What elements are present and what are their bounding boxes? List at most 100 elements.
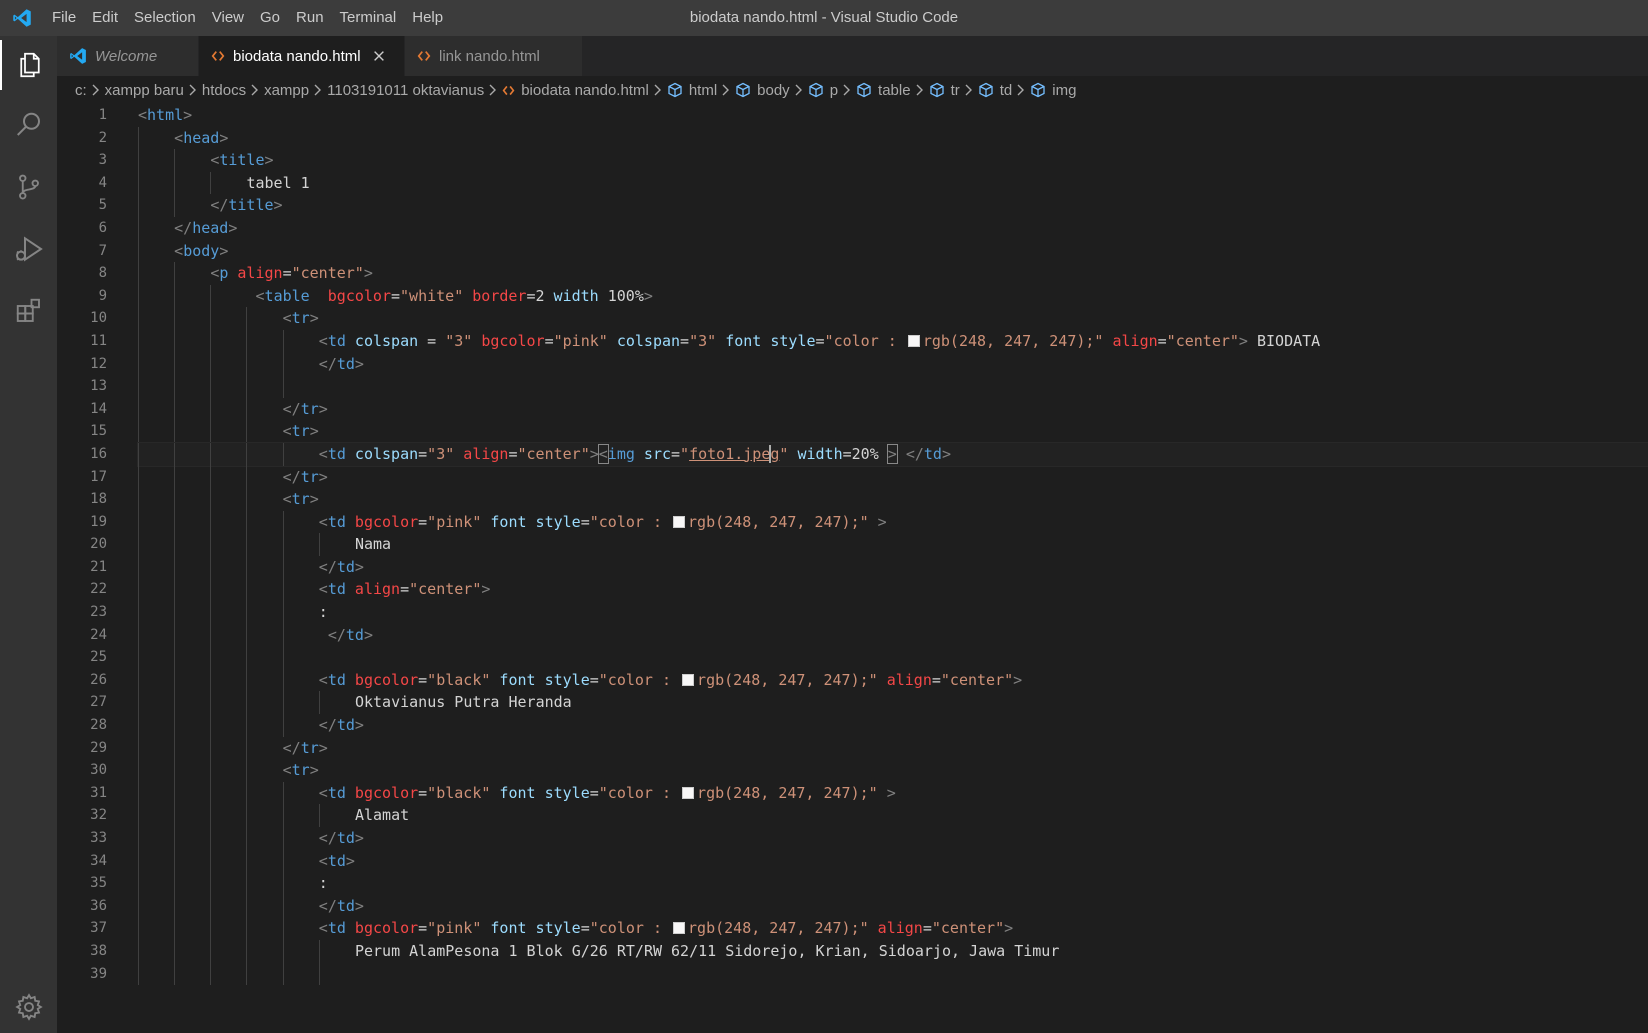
code-area[interactable]: <html> <head> <title> tabel 1 </title> </head…: [137, 104, 1648, 986]
indent-guide: [138, 714, 139, 737]
code-line[interactable]: <td bgcolor="pink" font style="color : r…: [138, 510, 1648, 534]
code-line[interactable]: [138, 375, 1648, 398]
indent-guide: [246, 759, 248, 782]
breadcrumb-item[interactable]: html: [649, 82, 717, 99]
indent-guide: [282, 827, 284, 850]
line-number: 22: [90, 581, 107, 598]
code-line[interactable]: <tr>: [138, 307, 1648, 330]
close-icon[interactable]: [371, 48, 387, 64]
line-number: 9: [98, 287, 107, 304]
code-line[interactable]: </td>: [138, 827, 1648, 850]
code-line[interactable]: </td>: [138, 714, 1648, 737]
code-token: =: [282, 264, 292, 283]
breadcrumb-item[interactable]: xampp: [246, 82, 309, 99]
code-line[interactable]: <td bgcolor="black" font style="color : …: [138, 781, 1648, 805]
code-line[interactable]: <td colspan = "3" bgcolor="pink" colspan…: [138, 329, 1648, 353]
breadcrumb-item[interactable]: 1103191011 oktavianus: [309, 82, 484, 99]
breadcrumb-item[interactable]: table: [838, 82, 911, 99]
menu-view[interactable]: View: [204, 0, 252, 36]
search-icon[interactable]: [0, 100, 57, 150]
breadcrumb-item[interactable]: c:: [75, 82, 87, 99]
menu-terminal[interactable]: Terminal: [332, 0, 405, 36]
code-line[interactable]: </title>: [138, 194, 1648, 217]
code-content: </td>: [319, 827, 364, 850]
code-token: tr: [291, 761, 310, 780]
code-line[interactable]: <table bgcolor="white" border=2 width 10…: [138, 284, 1648, 308]
code-line[interactable]: </td>: [138, 623, 1648, 647]
run-debug-icon[interactable]: [0, 224, 57, 274]
color-swatch[interactable]: [682, 786, 695, 799]
code-line[interactable]: <td bgcolor="pink" font style="color : r…: [138, 917, 1648, 940]
code-line[interactable]: </td>: [138, 894, 1648, 918]
indent-guide: [210, 646, 212, 669]
code-editor[interactable]: 1 2 3 4 5 6 7 8 9 10 11 12 13 14 15 16 17 18 19 20 21 22 23 24 2…: [57, 104, 1648, 1033]
tab-welcome[interactable]: Welcome: [57, 36, 199, 76]
breadcrumb-item[interactable]: body: [717, 82, 790, 99]
code-line[interactable]: :: [138, 872, 1648, 895]
code-line[interactable]: Oktavianus Putra Heranda: [138, 691, 1648, 715]
code-line[interactable]: <html>: [138, 104, 1648, 127]
code-line[interactable]: <td colspan="3" align="center"><img src=…: [137, 441, 1648, 467]
indent-guide: [246, 329, 248, 353]
line-number: 39: [90, 965, 107, 982]
menu-help[interactable]: Help: [404, 0, 451, 36]
breadcrumb-item[interactable]: p: [790, 82, 838, 99]
settings-gear-icon[interactable]: [0, 982, 57, 1032]
code-line[interactable]: <td align="center">: [138, 578, 1648, 602]
menu-run[interactable]: Run: [288, 0, 332, 36]
code-line[interactable]: </tr>: [138, 465, 1648, 489]
code-token: table: [264, 286, 310, 305]
code-line[interactable]: [138, 646, 1648, 669]
breadcrumb-item[interactable]: biodata nando.html: [484, 82, 649, 99]
menu-edit[interactable]: Edit: [84, 0, 126, 36]
indent-guide: [246, 646, 248, 669]
explorer-icon[interactable]: [0, 40, 57, 90]
tab-biodata-nando[interactable]: biodata nando.html: [199, 36, 405, 76]
extensions-icon[interactable]: [0, 286, 57, 336]
code-token: <: [318, 919, 328, 938]
code-line[interactable]: <head>: [138, 126, 1648, 150]
breadcrumb-item[interactable]: img: [1012, 82, 1076, 99]
indent-guide: [138, 962, 139, 986]
color-swatch[interactable]: [673, 515, 686, 528]
menu-go[interactable]: Go: [252, 0, 288, 36]
code-line[interactable]: <tr>: [138, 420, 1648, 443]
code-token: td: [327, 331, 346, 350]
code-line[interactable]: tabel 1: [138, 171, 1648, 195]
html-file-icon: [417, 49, 431, 63]
code-line[interactable]: <td>: [138, 849, 1648, 873]
code-line[interactable]: <body>: [138, 239, 1648, 263]
indent-guide: [282, 442, 284, 466]
breadcrumb-item[interactable]: td: [960, 82, 1012, 99]
color-swatch[interactable]: [682, 673, 695, 686]
code-line[interactable]: :: [138, 601, 1648, 624]
code-line[interactable]: <title>: [138, 149, 1648, 172]
menu-file[interactable]: File: [44, 0, 84, 36]
tab-link-nando[interactable]: link nando.html: [405, 36, 583, 76]
color-swatch[interactable]: [673, 922, 686, 935]
breadcrumb-item[interactable]: xampp baru: [87, 82, 184, 99]
source-control-icon[interactable]: [0, 162, 57, 212]
code-line[interactable]: Perum AlamPesona 1 Blok G/26 RT/RW 62/11…: [138, 939, 1648, 963]
code-line[interactable]: [138, 962, 1648, 986]
code-line[interactable]: </head>: [138, 216, 1648, 240]
code-line[interactable]: <tr>: [138, 759, 1648, 782]
breadcrumb-item[interactable]: htdocs: [184, 82, 246, 99]
code-token: >: [354, 354, 364, 373]
code-line[interactable]: <tr>: [138, 488, 1648, 511]
code-token: "black": [427, 670, 491, 689]
breadcrumb-item[interactable]: tr: [911, 82, 960, 99]
code-line[interactable]: <p align="center">: [138, 262, 1648, 285]
code-line[interactable]: </tr>: [138, 397, 1648, 421]
code-token: </: [318, 829, 337, 847]
menu-selection[interactable]: Selection: [126, 0, 204, 36]
html-file-icon: [502, 84, 515, 97]
code-line[interactable]: </td>: [138, 555, 1648, 579]
code-line[interactable]: </td>: [138, 352, 1648, 376]
code-line[interactable]: Alamat: [138, 804, 1648, 827]
code-line[interactable]: </tr>: [138, 736, 1648, 760]
color-swatch[interactable]: [907, 334, 920, 347]
code-line[interactable]: <td bgcolor="black" font style="color : …: [138, 668, 1648, 692]
code-line[interactable]: Nama: [138, 533, 1648, 556]
line-number: 23: [90, 604, 107, 621]
